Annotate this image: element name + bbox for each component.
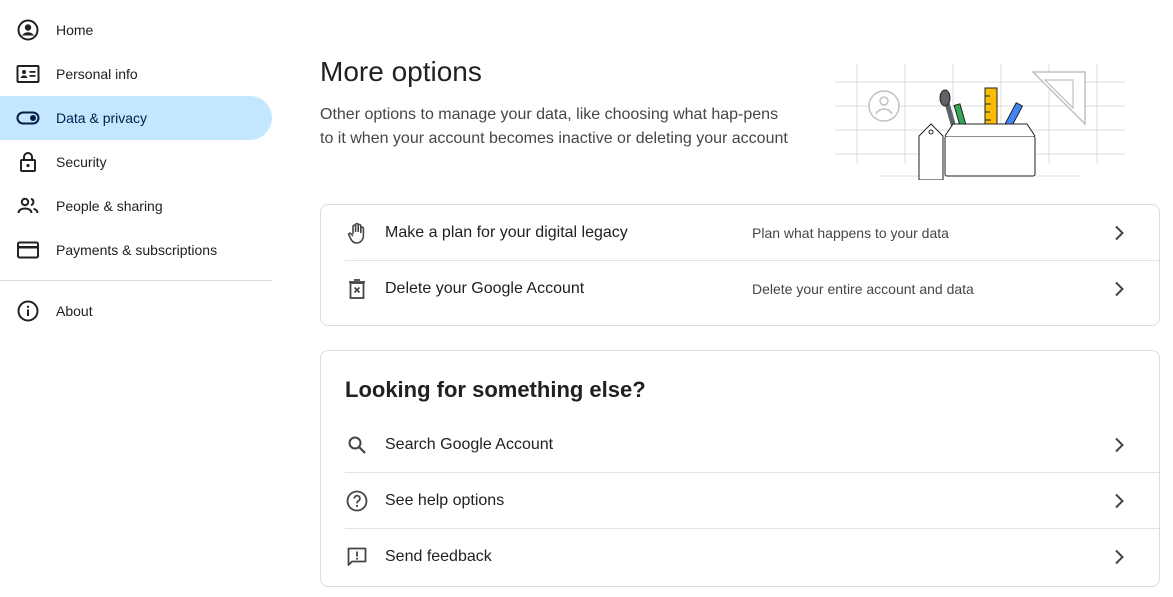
main-content: More options Other options to manage you… bbox=[320, 0, 1160, 587]
help-item-feedback[interactable]: Send feedback bbox=[345, 529, 1159, 585]
sidebar-item-label: Data & privacy bbox=[56, 110, 148, 126]
trash-icon bbox=[345, 277, 369, 301]
sidebar-nav: Home Personal info Data & privacy Securi… bbox=[0, 8, 272, 333]
option-label: Make a plan for your digital legacy bbox=[385, 223, 628, 241]
sidebar-item-about[interactable]: About bbox=[0, 289, 272, 333]
help-item-help-options[interactable]: See help options bbox=[345, 473, 1159, 529]
option-subtext: Plan what happens to your data bbox=[752, 224, 949, 241]
chevron-right-icon bbox=[1107, 489, 1131, 513]
sidebar-item-label: People & sharing bbox=[56, 198, 163, 214]
page-title: More options bbox=[320, 56, 482, 87]
chevron-right-icon bbox=[1107, 545, 1131, 569]
sidebar-item-label: Home bbox=[56, 22, 94, 38]
help-item-search[interactable]: Search Google Account bbox=[345, 417, 1159, 473]
option-digital-legacy[interactable]: Make a plan for your digital legacy Plan… bbox=[345, 205, 1159, 261]
help-item-label: See help options bbox=[385, 491, 505, 509]
sidebar-item-label: Security bbox=[56, 154, 107, 170]
sidebar-item-label: Payments & subscriptions bbox=[56, 242, 218, 258]
page-description: Other options to manage your data, like … bbox=[320, 106, 788, 147]
sidebar-item-personal-info[interactable]: Personal info bbox=[0, 52, 272, 96]
sidebar-divider bbox=[0, 280, 272, 281]
help-icon bbox=[345, 489, 369, 513]
credit-card-icon bbox=[16, 238, 40, 262]
hand-icon bbox=[345, 221, 369, 245]
options-card: Make a plan for your digital legacy Plan… bbox=[320, 204, 1160, 326]
sidebar-item-people-sharing[interactable]: People & sharing bbox=[0, 184, 272, 228]
help-item-label: Send feedback bbox=[385, 548, 492, 565]
help-card: Looking for something else? Search Googl… bbox=[320, 350, 1160, 587]
chevron-right-icon bbox=[1107, 277, 1131, 301]
toolbox-illustration bbox=[835, 64, 1125, 180]
option-subtext: Delete your entire account and data bbox=[752, 281, 974, 297]
help-card-title: Looking for something else? bbox=[345, 377, 646, 402]
sidebar-item-security[interactable]: Security bbox=[0, 140, 272, 184]
lock-icon bbox=[16, 150, 40, 174]
toggle-icon bbox=[16, 106, 40, 130]
people-icon bbox=[16, 194, 40, 218]
sidebar-item-label: Personal info bbox=[56, 66, 138, 82]
option-label: Delete your Google Account bbox=[385, 280, 585, 297]
page-header: More options Other options to manage you… bbox=[320, 0, 1160, 204]
sidebar-item-label: About bbox=[56, 303, 93, 319]
id-card-icon bbox=[16, 62, 40, 86]
feedback-icon bbox=[345, 545, 369, 569]
option-delete-account[interactable]: Delete your Google Account Delete your e… bbox=[345, 261, 1159, 317]
account-circle-icon bbox=[16, 18, 40, 42]
search-icon bbox=[345, 433, 369, 457]
chevron-right-icon bbox=[1107, 433, 1131, 457]
info-icon bbox=[16, 299, 40, 323]
sidebar-item-home[interactable]: Home bbox=[0, 8, 272, 52]
chevron-right-icon bbox=[1107, 221, 1131, 245]
help-item-label: Search Google Account bbox=[385, 435, 554, 453]
sidebar-item-payments[interactable]: Payments & subscriptions bbox=[0, 228, 272, 272]
sidebar-item-data-privacy[interactable]: Data & privacy bbox=[0, 96, 272, 140]
